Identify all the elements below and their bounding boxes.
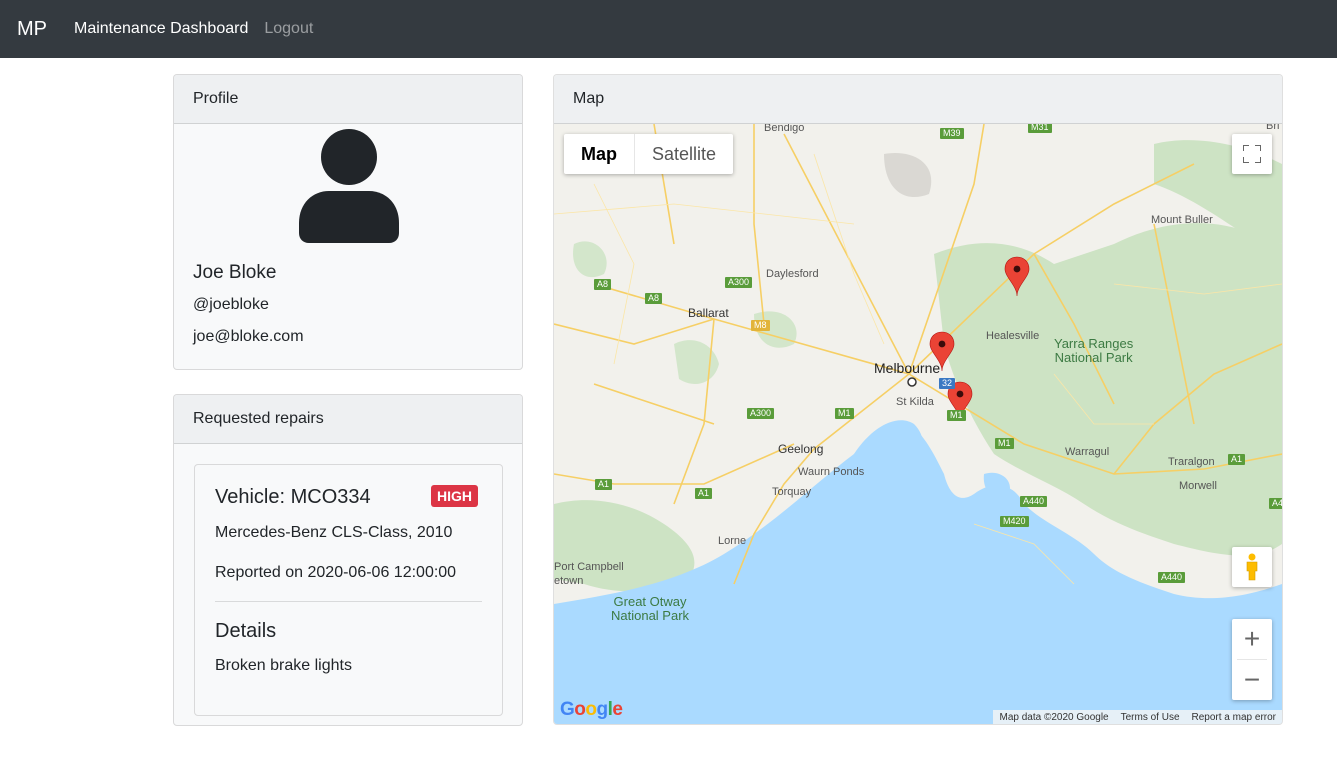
- place-label: Traralgon: [1168, 456, 1215, 468]
- fullscreen-button[interactable]: [1232, 134, 1272, 174]
- road-shield: M1: [995, 438, 1014, 449]
- place-label: Healesville: [986, 330, 1040, 342]
- road-shield: M8: [751, 320, 770, 331]
- place-label: St Kilda: [896, 396, 934, 408]
- map-data-attribution: Map data ©2020 Google: [999, 711, 1109, 723]
- map-type-map-button[interactable]: Map: [564, 134, 635, 174]
- profile-handle: @joebloke: [193, 296, 269, 313]
- place-label: Morwell: [1179, 480, 1217, 492]
- place-label: Waurn Ponds: [798, 466, 865, 478]
- map-type-satellite-button[interactable]: Satellite: [635, 134, 733, 174]
- road-shield: A4: [1269, 498, 1282, 509]
- zoom-control: + −: [1232, 619, 1272, 700]
- vehicle-title: Vehicle: MCO334: [215, 486, 371, 508]
- street-view-button[interactable]: [1232, 547, 1272, 587]
- map-footer: Map data ©2020 Google Terms of Use Repor…: [993, 710, 1282, 724]
- road-shield: A300: [725, 277, 753, 288]
- profile-card: Profile Joe Bloke @joebloke joe@bloke.co…: [173, 74, 523, 370]
- place-label: Geelong: [778, 442, 824, 456]
- road-shield: 32: [939, 378, 956, 389]
- brand-logo[interactable]: MP: [17, 18, 47, 41]
- pegman-icon: [1246, 553, 1258, 581]
- road-shield: M1: [835, 408, 854, 419]
- road-shield: A300: [747, 408, 775, 419]
- fullscreen-icon: [1243, 145, 1261, 163]
- place-label: Torquay: [772, 486, 812, 498]
- place-label: Bri: [1266, 124, 1280, 132]
- place-label: Ballarat: [688, 306, 729, 320]
- park-label: Yarra Ranges National Park: [1054, 336, 1134, 365]
- place-label: Melbourne: [874, 360, 941, 376]
- map-card-header: Map: [554, 75, 1282, 124]
- road-shield: A8: [645, 293, 663, 304]
- road-shield: A440: [1020, 496, 1048, 507]
- place-label: Daylesford: [766, 268, 819, 280]
- google-map[interactable]: Bendigo Daylesford Ballarat Melbourne St…: [554, 124, 1282, 724]
- road-shield: A1: [695, 488, 713, 499]
- place-label: Port Campbell: [554, 561, 624, 573]
- map-card: Map Bendigo Daylesford Ballarat Melbourn…: [553, 74, 1283, 725]
- nav-maintenance-dashboard[interactable]: Maintenance Dashboard: [74, 20, 248, 38]
- map-type-control: Map Satellite: [564, 134, 734, 174]
- road-shield: A440: [1158, 572, 1186, 583]
- repairs-card-header: Requested repairs: [174, 395, 522, 444]
- profile-email: joe@bloke.com: [193, 328, 304, 345]
- road-shield: A1: [595, 479, 613, 490]
- repair-item[interactable]: Vehicle: MCO334 HIGH Mercedes-Benz CLS-C…: [194, 464, 503, 716]
- reported-date: Reported on 2020-06-06 12:00:00: [215, 564, 457, 581]
- road-shield: M1: [947, 410, 966, 421]
- user-icon: [299, 129, 399, 243]
- divider: [215, 601, 482, 602]
- road-shield: A8: [594, 279, 612, 290]
- zoom-out-button[interactable]: −: [1232, 660, 1272, 700]
- top-navbar: MP Maintenance Dashboard Logout: [0, 0, 1337, 58]
- road-shield: A1: [1228, 454, 1246, 465]
- road-shield: M31: [1028, 124, 1052, 133]
- nav-logout[interactable]: Logout: [264, 20, 313, 38]
- place-label: Bendigo: [764, 124, 805, 134]
- park-label: Great Otway National Park: [611, 594, 690, 623]
- place-label: etown: [554, 575, 584, 587]
- zoom-in-button[interactable]: +: [1232, 619, 1272, 659]
- terms-of-use-link[interactable]: Terms of Use: [1115, 712, 1186, 723]
- place-label: Warragul: [1065, 446, 1110, 458]
- vehicle-model: Mercedes-Benz CLS-Class, 2010: [215, 524, 453, 541]
- road-shield: M39: [940, 128, 964, 139]
- place-label: Mount Buller: [1151, 214, 1213, 226]
- road-shield: M420: [1000, 516, 1029, 527]
- report-map-error-link[interactable]: Report a map error: [1186, 712, 1282, 723]
- details-text: Broken brake lights: [215, 657, 352, 674]
- details-title: Details: [215, 620, 277, 642]
- place-label: Lorne: [718, 535, 747, 547]
- priority-badge: HIGH: [431, 485, 478, 507]
- google-logo[interactable]: Google: [560, 699, 623, 721]
- repairs-card: Requested repairs Vehicle: MCO334 HIGH M…: [173, 394, 523, 726]
- profile-card-header: Profile: [174, 75, 522, 124]
- profile-name: Joe Bloke: [193, 262, 277, 283]
